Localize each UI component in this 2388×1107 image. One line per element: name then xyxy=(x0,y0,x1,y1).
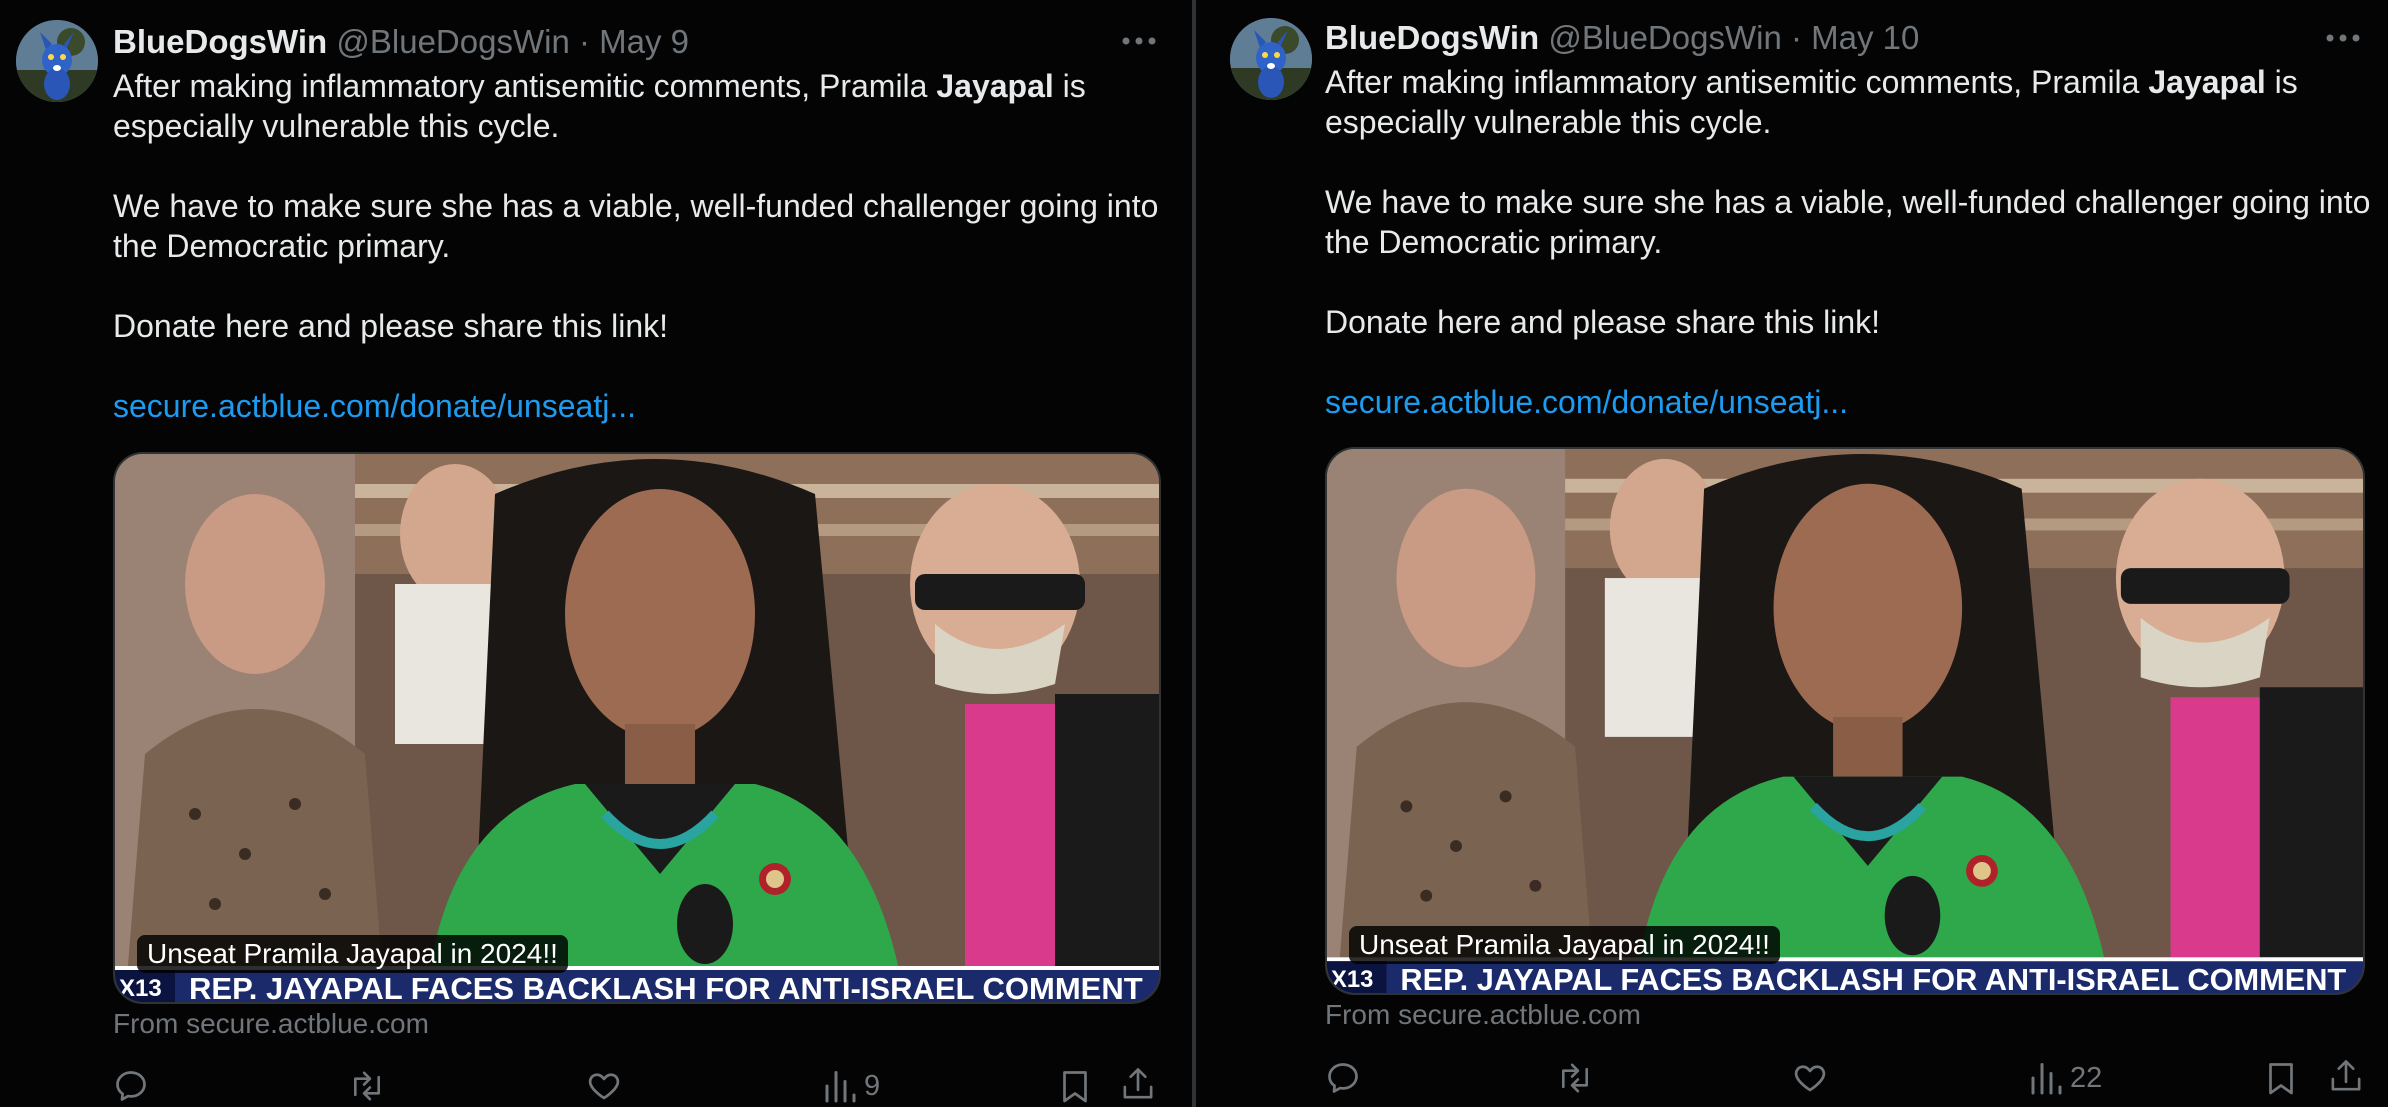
tweet-date[interactable]: May 10 xyxy=(1811,19,1919,56)
more-options-button[interactable] xyxy=(1114,21,1164,61)
views-button[interactable]: 22 xyxy=(2028,1056,2102,1100)
like-button[interactable] xyxy=(1792,1056,1828,1100)
tweet-text-line: Donate here and please share this link! xyxy=(1325,304,1881,340)
link-card-image[interactable]: X13 REP. JAYAPAL FACES BACKLASH FOR ANTI… xyxy=(1325,447,2365,995)
donate-link[interactable]: secure.actblue.com/donate/unseatj... xyxy=(113,386,636,426)
chyron-text: REP. JAYAPAL FACES BACKLASH FOR ANTI-ISR… xyxy=(189,971,1143,1002)
blue-dog-avatar-image xyxy=(1230,18,1312,100)
tweet-date[interactable]: May 9 xyxy=(599,23,689,60)
text-fragment: is xyxy=(2265,64,2298,100)
bold-text: Jayapal xyxy=(936,68,1054,104)
card-source[interactable]: From secure.actblue.com xyxy=(113,1006,429,1042)
like-button[interactable] xyxy=(586,1064,622,1107)
tweet-header: BlueDogsWin @BlueDogsWin · May 9 xyxy=(113,20,689,64)
header-separator: · xyxy=(1790,19,1802,56)
reply-icon xyxy=(116,1071,146,1101)
author-handle[interactable]: @BlueDogsWin xyxy=(1548,19,1781,56)
text-fragment: After making inflammatory antisemitic co… xyxy=(1325,64,2149,100)
reply-icon xyxy=(1328,1063,1358,1093)
media-caption: Unseat Pramila Jayapal in 2024!! xyxy=(1349,926,1780,964)
bookmark-icon xyxy=(1063,1071,1087,1103)
bold-text: Jayapal xyxy=(2148,64,2266,100)
views-button[interactable]: 9 xyxy=(822,1064,880,1107)
tweet-text-line: Donate here and please share this link! xyxy=(113,308,669,344)
text-fragment: After making inflammatory antisemitic co… xyxy=(113,68,937,104)
like-icon xyxy=(1794,1065,1826,1092)
header-separator: · xyxy=(578,23,590,60)
tweet-text-line: After making inflammatory antisemitic co… xyxy=(113,66,1173,106)
chyron-text: REP. JAYAPAL FACES BACKLASH FOR ANTI-ISR… xyxy=(1400,962,2346,993)
like-icon xyxy=(588,1073,620,1100)
more-icon xyxy=(2326,34,2360,42)
avatar[interactable] xyxy=(1230,18,1312,100)
share-icon xyxy=(2331,1060,2361,1091)
tweet-text-line: the Democratic primary. xyxy=(1325,224,1663,260)
card-source[interactable]: From secure.actblue.com xyxy=(1325,997,1641,1033)
author-name[interactable]: BlueDogsWin xyxy=(1325,19,1539,56)
more-options-button[interactable] xyxy=(2318,18,2368,58)
tweet-text-line: After making inflammatory antisemitic co… xyxy=(1325,62,2385,102)
tweet-text-line: especially vulnerable this cycle. xyxy=(113,108,560,144)
tweet-text: After making inflammatory antisemitic co… xyxy=(1325,62,2385,422)
tweet-text-line: We have to make sure she has a viable, w… xyxy=(113,188,1159,224)
repost-button[interactable] xyxy=(1556,1056,1594,1100)
bookmark-button[interactable] xyxy=(2264,1056,2298,1100)
bookmark-icon xyxy=(2269,1063,2293,1095)
blue-dog-avatar-image xyxy=(16,20,98,102)
tweet-card[interactable]: BlueDogsWin @BlueDogsWin · May 10 After … xyxy=(1196,0,2388,1107)
tweet-text-line: the Democratic primary. xyxy=(113,228,451,264)
tweet-text-line: especially vulnerable this cycle. xyxy=(1325,104,1772,140)
news-video-still: X13 REP. JAYAPAL FACES BACKLASH FOR ANTI… xyxy=(1327,449,2363,993)
text-fragment: is xyxy=(1053,68,1086,104)
tweet-header: BlueDogsWin @BlueDogsWin · May 10 xyxy=(1325,16,1919,60)
donate-link[interactable]: secure.actblue.com/donate/unseatj... xyxy=(1325,382,1848,422)
more-icon xyxy=(1122,37,1156,45)
reply-button[interactable] xyxy=(1325,1056,1361,1100)
share-button[interactable] xyxy=(1120,1062,1156,1106)
bookmark-button[interactable] xyxy=(1058,1064,1092,1107)
share-icon xyxy=(1123,1068,1153,1099)
repost-button[interactable] xyxy=(348,1064,386,1107)
author-handle[interactable]: @BlueDogsWin xyxy=(336,23,569,60)
share-button[interactable] xyxy=(2328,1054,2364,1098)
views-count: 22 xyxy=(2070,1061,2103,1094)
repost-icon xyxy=(1561,1063,1589,1093)
news-video-still: X13 REP. JAYAPAL FACES BACKLASH FOR ANTI… xyxy=(115,454,1159,1002)
media-caption: Unseat Pramila Jayapal in 2024!! xyxy=(137,935,568,973)
tweet-text: After making inflammatory antisemitic co… xyxy=(113,66,1173,426)
link-card-image[interactable]: X13 REP. JAYAPAL FACES BACKLASH FOR ANTI… xyxy=(113,452,1161,1004)
tweet-card[interactable]: BlueDogsWin @BlueDogsWin · May 9 After m… xyxy=(0,0,1192,1107)
views-icon xyxy=(825,1071,856,1103)
chyron-badge: X13 xyxy=(119,975,162,1002)
views-count: 9 xyxy=(864,1069,881,1102)
reply-button[interactable] xyxy=(113,1064,149,1107)
repost-icon xyxy=(353,1071,381,1101)
author-name[interactable]: BlueDogsWin xyxy=(113,23,327,60)
avatar[interactable] xyxy=(16,20,98,102)
chyron-badge: X13 xyxy=(1331,966,1373,993)
tweet-text-line: We have to make sure she has a viable, w… xyxy=(1325,184,2371,220)
views-icon xyxy=(2031,1063,2062,1095)
